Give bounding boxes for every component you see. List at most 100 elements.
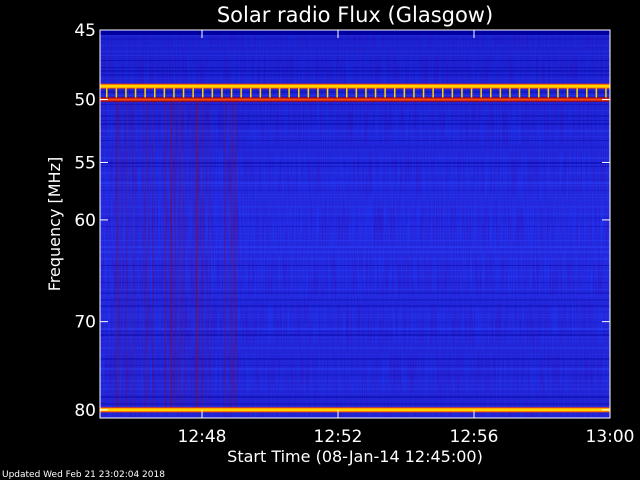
spectrogram-row-band xyxy=(100,217,610,219)
spectrogram-row-band xyxy=(100,157,610,159)
spectrogram-row-band xyxy=(100,206,610,208)
spectrogram-row-band xyxy=(100,91,610,93)
interference-spike xyxy=(595,88,598,98)
spectrogram-row-band xyxy=(100,67,610,68)
spectrogram-row-band xyxy=(100,146,610,148)
spectrogram-row-band xyxy=(100,358,610,360)
y-tick-label: 60 xyxy=(74,211,96,231)
interference-spike xyxy=(269,88,271,98)
spectrogram-row-band xyxy=(100,200,610,201)
spectrogram-row-band xyxy=(100,258,610,260)
spectrogram-row-band xyxy=(100,130,610,132)
y-axis-label: Frequency [MHz] xyxy=(45,157,64,291)
spectrogram-row-band xyxy=(100,406,610,407)
spectrogram-row-band xyxy=(100,162,610,164)
interference-spike xyxy=(451,88,454,98)
spectrogram-column-band xyxy=(121,101,124,411)
spectrogram-column-band xyxy=(164,101,167,411)
spectrogram-row-band xyxy=(100,136,610,137)
spectrogram-row-band xyxy=(100,251,610,253)
interference-spike xyxy=(326,88,329,98)
interference-spike xyxy=(182,88,185,98)
interference-spike xyxy=(336,88,338,98)
spectrogram-row-band xyxy=(100,305,610,307)
spectrogram-row-band xyxy=(100,110,610,111)
spectrogram-row-band xyxy=(100,317,610,318)
spectrogram-row-band xyxy=(100,309,610,310)
spectrogram-row-band xyxy=(100,185,610,186)
interference-spike xyxy=(422,88,425,98)
spectrogram-row-band xyxy=(100,334,610,336)
spectrogram-row-band xyxy=(100,331,610,332)
interference-spike xyxy=(586,88,588,98)
spectrogram-column-band xyxy=(174,101,177,411)
interference-spike xyxy=(240,88,242,98)
interference-spike xyxy=(230,88,233,98)
spectrogram-row-band xyxy=(100,403,610,405)
spectrogram-row-band xyxy=(100,51,610,52)
spectrogram-row-band xyxy=(100,295,610,297)
interference-spike xyxy=(307,88,310,98)
spectrogram-row-band xyxy=(100,388,610,390)
spectrogram-column-band xyxy=(170,101,174,411)
spectrogram-row-band xyxy=(100,341,610,342)
spectrogram-row-band xyxy=(100,38,610,40)
interference-spike xyxy=(106,88,108,98)
interference-spike xyxy=(134,88,137,98)
emission-line xyxy=(100,98,610,101)
plot-area xyxy=(100,30,610,418)
spectrogram-row-band xyxy=(100,55,610,56)
spectrogram-row-band xyxy=(100,368,610,370)
spectrogram-row-band xyxy=(100,292,610,294)
interference-spike xyxy=(442,88,444,98)
spectrogram-row-band xyxy=(100,380,610,382)
footer-updated: Updated Wed Feb 21 23:02:04 2018 xyxy=(2,470,165,480)
spectrogram-column-band xyxy=(145,101,148,411)
spectrogram-row-band xyxy=(100,365,610,366)
spectrogram-column-band xyxy=(144,101,146,411)
interference-spike xyxy=(394,88,396,98)
spectrogram-column-band xyxy=(223,101,227,411)
spectrogram-row-band xyxy=(100,140,610,141)
spectrogram-row-band xyxy=(100,104,610,105)
x-tick-label: 13:00 xyxy=(586,427,635,447)
y-tick-label: 45 xyxy=(74,21,96,41)
spectrogram-row-band xyxy=(100,197,610,198)
interference-spike xyxy=(413,88,415,98)
spectrogram-row-band xyxy=(100,150,610,151)
interference-spike xyxy=(144,88,146,98)
spectrogram-row-band xyxy=(100,115,610,117)
spectrogram-column-band xyxy=(234,101,238,411)
spectrogram-row-band xyxy=(100,314,610,316)
spectrogram-column-band xyxy=(183,101,187,411)
spectrogram-column-band xyxy=(135,101,137,411)
spectrogram-row-band xyxy=(100,240,610,241)
spectrogram-row-band xyxy=(100,190,610,191)
interference-spike xyxy=(509,88,511,98)
interference-spike xyxy=(557,88,559,98)
spectrogram-row-band xyxy=(100,45,610,46)
spectrogram-row-band xyxy=(100,95,610,96)
spectrogram-row-band xyxy=(100,172,610,174)
spectrogram-column-band xyxy=(199,101,202,411)
interference-spike xyxy=(278,88,281,98)
interference-spike xyxy=(528,88,530,98)
interference-spike xyxy=(288,88,290,98)
spectrogram-column-band xyxy=(190,101,193,411)
top-dark-band xyxy=(100,30,610,35)
chart-title: Solar radio Flux (Glasgow) xyxy=(217,3,493,27)
interference-spike xyxy=(538,88,540,98)
spectrogram-column-band xyxy=(205,101,208,411)
interference-spike xyxy=(384,88,386,98)
interference-spike xyxy=(403,88,406,98)
interference-spike xyxy=(490,88,492,98)
interference-spike xyxy=(346,88,348,98)
interference-spike xyxy=(566,88,569,98)
interference-spike xyxy=(173,88,175,98)
spectrogram-row-band xyxy=(100,166,610,167)
interference-spike xyxy=(115,88,118,98)
interference-spike xyxy=(192,88,194,98)
spectrogram-row-band xyxy=(100,354,610,355)
y-tick-label: 80 xyxy=(74,401,96,421)
spectrogram-row-band xyxy=(100,347,610,349)
